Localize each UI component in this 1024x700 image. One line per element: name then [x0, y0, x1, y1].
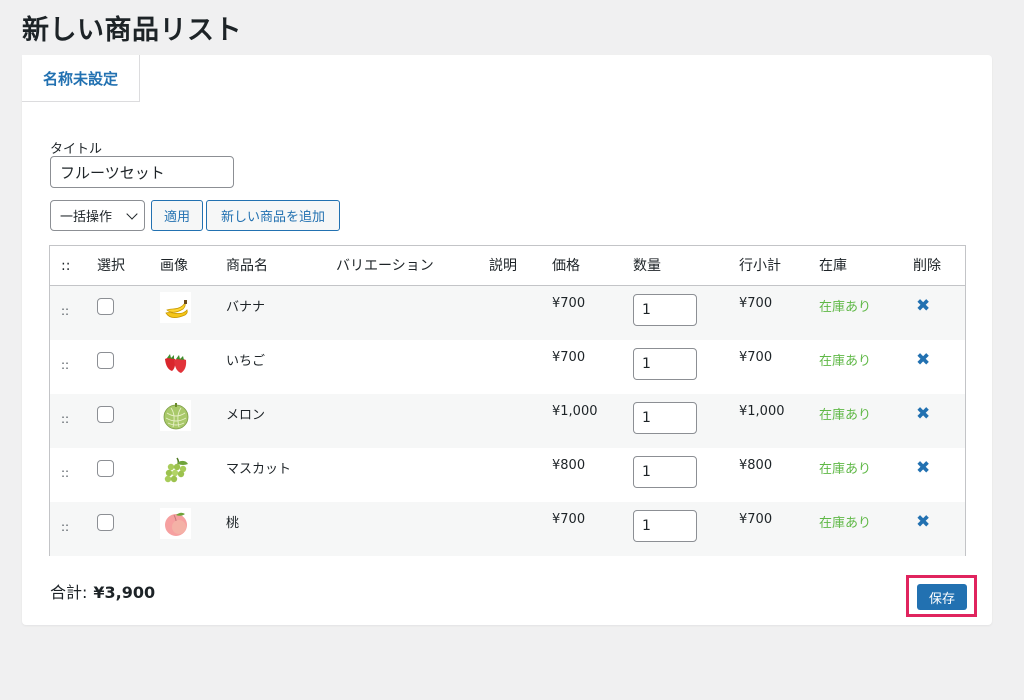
row-select-checkbox[interactable]: [97, 298, 114, 315]
subtotal: ¥1,000: [739, 404, 785, 419]
price: ¥700: [552, 350, 586, 365]
price: ¥1,000: [552, 404, 598, 419]
product-name: 桃: [226, 516, 240, 531]
header-description: 説明: [489, 258, 517, 274]
quantity-input[interactable]: [633, 294, 697, 326]
title-label: タイトル: [50, 142, 103, 157]
table-row: :: 桃 ¥700 ¥700 在庫あり ✖: [50, 502, 965, 556]
page-title: 新しい商品リスト: [22, 15, 242, 46]
order-total: 合計: ¥3,900: [50, 579, 155, 603]
header-select: 選択: [97, 258, 125, 274]
total-label: 合計:: [50, 583, 88, 602]
strawberry-icon: [160, 346, 191, 377]
price: ¥700: [552, 296, 586, 311]
row-select-checkbox[interactable]: [97, 514, 114, 531]
stock-status: 在庫あり: [819, 408, 872, 423]
peach-icon: [160, 508, 191, 539]
row-select-checkbox[interactable]: [97, 406, 114, 423]
apply-button[interactable]: 適用: [151, 200, 203, 231]
header-name: 商品名: [226, 258, 268, 274]
product-name: メロン: [226, 408, 266, 423]
header-subtotal: 行小計: [739, 258, 781, 274]
table-row: :: バナナ ¥700 ¥700 在庫あり ✖: [50, 286, 965, 340]
drag-handle-icon[interactable]: ::: [61, 358, 69, 372]
price: ¥800: [552, 458, 586, 473]
subtotal: ¥700: [739, 512, 773, 527]
delete-icon[interactable]: ✖: [916, 404, 930, 424]
quantity-input[interactable]: [633, 456, 697, 488]
save-button-highlight: 保存: [906, 575, 977, 617]
delete-icon[interactable]: ✖: [916, 296, 930, 316]
stock-status: 在庫あり: [819, 300, 872, 315]
drag-handle-icon[interactable]: ::: [61, 412, 69, 426]
table-header: :: 選択 画像 商品名 バリエーション 説明 価格 数量 行小計 在庫 削除: [50, 246, 965, 286]
stock-status: 在庫あり: [819, 354, 872, 369]
row-select-checkbox[interactable]: [97, 352, 114, 369]
stock-status: 在庫あり: [819, 516, 872, 531]
subtotal: ¥700: [739, 350, 773, 365]
subtotal: ¥700: [739, 296, 773, 311]
drag-handle-icon[interactable]: ::: [61, 304, 69, 318]
quantity-input[interactable]: [633, 510, 697, 542]
header-price: 価格: [552, 258, 580, 274]
grapes-icon: [160, 454, 191, 485]
header-handle: ::: [61, 258, 71, 274]
delete-icon[interactable]: ✖: [916, 350, 930, 370]
header-variation: バリエーション: [336, 258, 434, 274]
product-name: いちご: [226, 354, 266, 369]
subtotal: ¥800: [739, 458, 773, 473]
table-row: :: いちご ¥700 ¥700 在庫あり ✖: [50, 340, 965, 394]
row-select-checkbox[interactable]: [97, 460, 114, 477]
quantity-input[interactable]: [633, 348, 697, 380]
total-value: ¥3,900: [93, 583, 156, 602]
delete-icon[interactable]: ✖: [916, 512, 930, 532]
bulk-action-label: 一括操作: [60, 210, 113, 225]
header-quantity: 数量: [633, 258, 661, 274]
product-list-card: 名称未設定 タイトル 一括操作 適用 新しい商品を追加 :: 選択 画像 商品名…: [22, 55, 992, 625]
drag-handle-icon[interactable]: ::: [61, 520, 69, 534]
save-button[interactable]: 保存: [917, 584, 967, 610]
product-name: マスカット: [226, 462, 292, 477]
product-table: :: 選択 画像 商品名 バリエーション 説明 価格 数量 行小計 在庫 削除 …: [49, 245, 966, 556]
title-input[interactable]: [50, 156, 234, 188]
bulk-action-select[interactable]: 一括操作: [50, 200, 145, 231]
chevron-down-icon: [126, 208, 138, 220]
header-delete: 削除: [913, 258, 941, 274]
drag-handle-icon[interactable]: ::: [61, 466, 69, 480]
price: ¥700: [552, 512, 586, 527]
banana-icon: [160, 292, 191, 323]
table-row: :: メロン ¥1,000 ¥1,000 在庫あり ✖: [50, 394, 965, 448]
header-stock: 在庫: [819, 258, 847, 274]
stock-status: 在庫あり: [819, 462, 872, 477]
add-product-button[interactable]: 新しい商品を追加: [206, 200, 340, 231]
delete-icon[interactable]: ✖: [916, 458, 930, 478]
table-row: :: マスカット ¥800 ¥800 在: [50, 448, 965, 502]
tab-untitled[interactable]: 名称未設定: [22, 55, 140, 102]
header-image: 画像: [160, 258, 188, 274]
quantity-input[interactable]: [633, 402, 697, 434]
melon-icon: [160, 400, 191, 431]
product-name: バナナ: [226, 300, 266, 315]
